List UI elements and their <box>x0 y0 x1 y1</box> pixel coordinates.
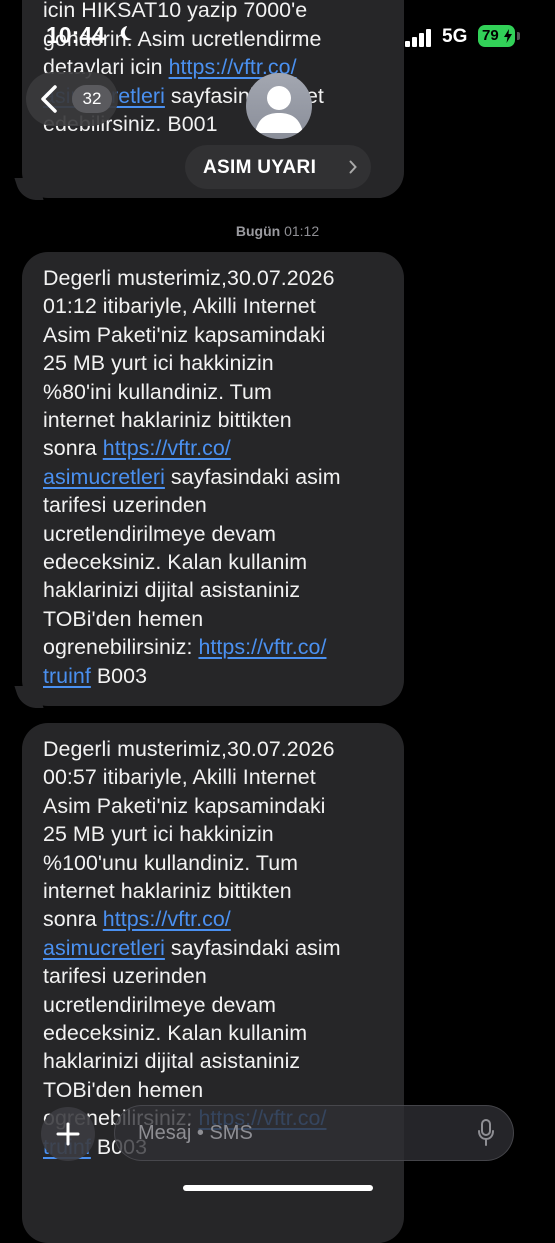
message-line: %100'unu kullandiniz. Tum <box>43 850 299 875</box>
charging-bolt-icon <box>504 29 512 43</box>
chevron-right-icon <box>349 160 357 174</box>
message-line: asimucretleri sayfasindaki asim <box>43 464 341 489</box>
message-link[interactable]: asimucretleri <box>43 936 165 960</box>
message-bubble[interactable]: Degerli musterimiz,30.07.2026 00:57 itiba… <box>22 723 404 1243</box>
battery-indicator: 79 <box>478 25 515 47</box>
message-line: Asim Paketi'niz kapsamindaki <box>43 322 326 347</box>
message-line: tarifesi uzerinden <box>43 493 207 518</box>
date-time: 01:12 <box>284 223 320 239</box>
home-indicator <box>183 1185 373 1191</box>
message-line: Asim Paketi'niz kapsamindaki <box>43 793 326 818</box>
person-icon <box>255 86 303 133</box>
message-line: TOBi'den hemen <box>43 606 204 631</box>
message-input[interactable]: Mesaj • SMS <box>114 1105 514 1161</box>
message-link[interactable]: https://vftr.co/ <box>103 907 231 931</box>
message-line: sonra https://vftr.co/ <box>43 436 231 461</box>
contact-name-button[interactable]: ASIM UYARI <box>185 145 371 189</box>
message-line: %80'ini kullandiniz. Tum <box>43 379 272 404</box>
message-line: truinf B003 <box>43 663 148 688</box>
battery-cap <box>517 32 520 40</box>
message-line: asimucretleri sayfasindaki asim <box>43 935 341 960</box>
battery-level: 79 <box>482 27 499 44</box>
message-line: ucretlendirilmeye devam <box>43 992 276 1017</box>
contact-name: ASIM UYARI <box>203 157 317 178</box>
message-link[interactable]: asimucretleri <box>43 465 165 489</box>
status-time: 10:44 <box>46 22 105 48</box>
status-bar: 10:44 5G 79 <box>0 0 555 64</box>
microphone-icon[interactable] <box>477 1119 495 1147</box>
message-line: TOBi'den hemen <box>43 1077 204 1102</box>
date-stamp: Bugün 01:12 <box>0 223 555 239</box>
message-line: internet haklariniz bittikten <box>43 408 292 433</box>
message-line: Degerli musterimiz,30.07.2026 <box>43 737 335 761</box>
message-line: edeceksiniz. Kalan kullanim <box>43 1021 308 1046</box>
message-line: haklarinizi dijital asistaniniz <box>43 1049 301 1074</box>
message-line: internet haklariniz bittikten <box>43 879 292 904</box>
message-link[interactable]: truinf <box>43 664 91 688</box>
signal-icon <box>405 29 431 47</box>
message-line: Degerli musterimiz,30.07.2026 <box>43 266 335 290</box>
message-line: 25 MB yurt ici hakkinizin <box>43 351 274 376</box>
message-line: ogrenebilirsiniz: https://vftr.co/ <box>43 635 327 660</box>
contact-avatar[interactable] <box>246 73 312 139</box>
message-line: 01:12 itibariyle, Akilli Internet <box>43 294 316 319</box>
message-line: sonra https://vftr.co/ <box>43 907 231 932</box>
message-input-placeholder: Mesaj • SMS <box>138 1122 253 1144</box>
message-line: ucretlendirilmeye devam <box>43 521 276 546</box>
message-line: edeceksiniz. Kalan kullanim <box>43 550 308 575</box>
message-line: tarifesi uzerinden <box>43 964 207 989</box>
date-day: Bugün <box>235 223 281 239</box>
network-type: 5G <box>442 26 468 47</box>
message-line: 25 MB yurt ici hakkinizin <box>43 822 274 847</box>
add-attachment-button[interactable] <box>41 1107 95 1161</box>
message-bubble[interactable]: Degerli musterimiz,30.07.2026 01:12 itiba… <box>22 252 404 706</box>
plus-icon <box>56 1122 80 1146</box>
moon-icon <box>120 26 132 41</box>
message-link[interactable]: https://vftr.co/ <box>198 635 326 659</box>
chevron-left-icon <box>41 85 57 113</box>
message-line: haklarinizi dijital asistaniniz <box>43 578 301 603</box>
unread-count-badge: 32 <box>72 85 112 113</box>
message-line: 00:57 itibariyle, Akilli Internet <box>43 765 316 790</box>
back-button[interactable]: 32 <box>26 72 118 126</box>
message-link[interactable]: https://vftr.co/ <box>103 436 231 460</box>
